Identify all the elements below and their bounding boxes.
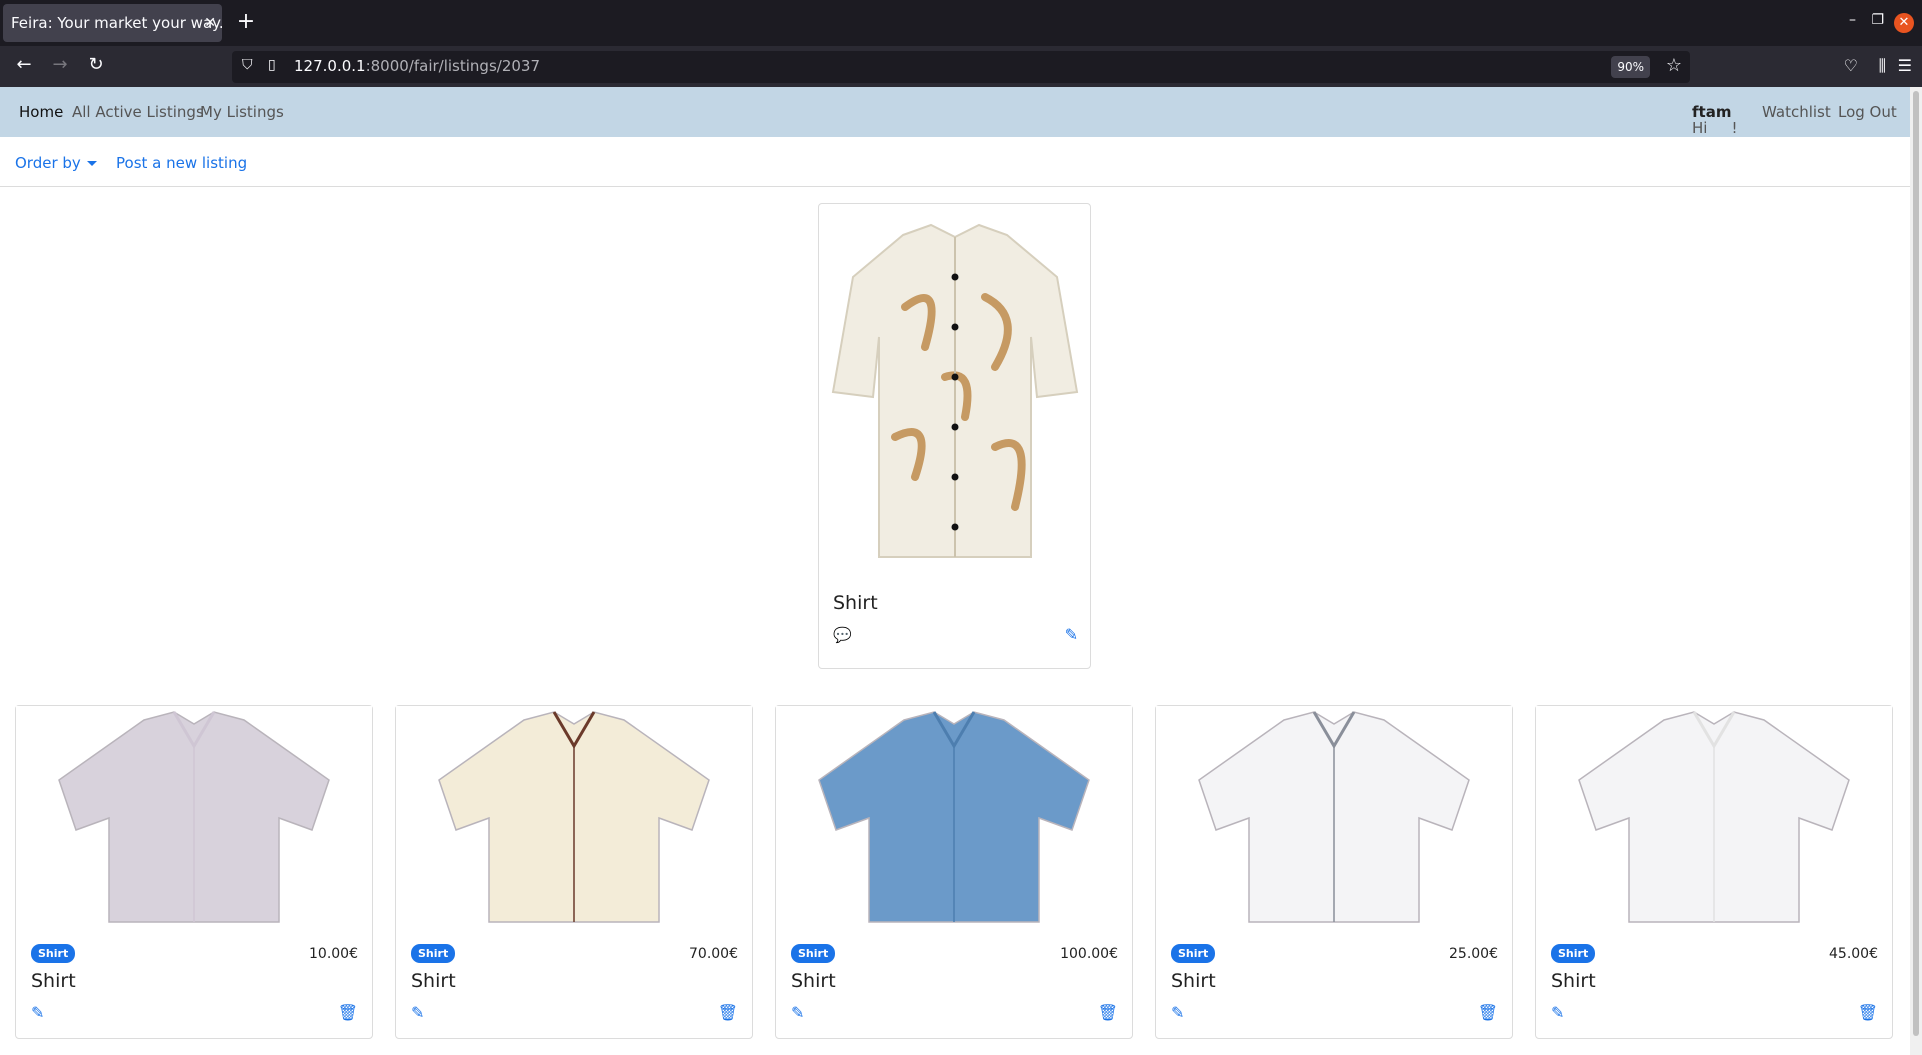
restore-icon[interactable]: ❐ [1871, 12, 1884, 28]
trash-icon[interactable]: 🗑 [718, 1003, 738, 1022]
shirt-image-icon [58, 711, 330, 923]
close-window-icon[interactable]: ✕ [1894, 13, 1914, 33]
reload-icon[interactable]: ↻ [84, 54, 108, 75]
category-badge[interactable]: Shirt [1171, 944, 1216, 963]
nav-watchlist[interactable]: Watchlist [1762, 103, 1831, 121]
edit-icon[interactable]: ✎ [1171, 1003, 1184, 1022]
edit-icon[interactable]: ✎ [1065, 625, 1078, 644]
back-icon[interactable]: ← [12, 54, 36, 75]
featured-listing-card[interactable]: Shirt 💬 ✎ [818, 203, 1091, 669]
featured-listing-title[interactable]: Shirt [833, 592, 878, 614]
listing-image[interactable] [1536, 706, 1892, 934]
shirt-image-icon [438, 711, 710, 923]
listing-title[interactable]: Shirt [31, 970, 76, 992]
shirt-image-icon [1198, 711, 1470, 923]
page-icon[interactable]: ▯ [268, 57, 276, 73]
edit-icon[interactable]: ✎ [1551, 1003, 1564, 1022]
trash-icon[interactable]: 🗑 [1098, 1003, 1118, 1022]
category-badge[interactable]: Shirt [1551, 944, 1596, 963]
listing-title[interactable]: Shirt [1171, 970, 1216, 992]
listing-subnav: Order by Post a new listing [0, 137, 1910, 187]
category-badge[interactable]: Shirt [411, 944, 456, 963]
minimize-icon[interactable]: – [1849, 12, 1856, 28]
edit-icon[interactable]: ✎ [31, 1003, 44, 1022]
browser-tab-bar: Feira: Your market your way. ✕ + – ❐ ✕ [0, 0, 1922, 46]
listing-price: 70.00€ [689, 946, 738, 962]
listing-card[interactable]: Shirt 100.00€ Shirt ✎ 🗑 [775, 705, 1133, 1039]
user-greeting: Hi ftam ! [1692, 103, 1738, 137]
shirt-image-icon [1578, 711, 1850, 923]
order-by-dropdown[interactable]: Order by [15, 154, 97, 172]
trash-icon[interactable]: 🗑 [338, 1003, 358, 1022]
zoom-indicator[interactable]: 90% [1611, 56, 1650, 78]
listing-image[interactable] [1156, 706, 1512, 934]
listing-price: 100.00€ [1060, 946, 1118, 962]
url-text[interactable]: 127.0.0.1:8000/fair/listings/2037 [294, 57, 540, 75]
post-new-listing-link[interactable]: Post a new listing [116, 154, 247, 172]
browser-tab[interactable]: Feira: Your market your way. ✕ [3, 4, 222, 42]
browser-toolbar: ← → ↻ ⛉ ▯ 127.0.0.1:8000/fair/listings/2… [0, 46, 1922, 87]
comment-icon[interactable]: 💬 [833, 626, 852, 644]
forward-icon[interactable]: → [48, 54, 72, 75]
edit-icon[interactable]: ✎ [411, 1003, 424, 1022]
listing-card[interactable]: Shirt 45.00€ Shirt ✎ 🗑 [1535, 705, 1893, 1039]
edit-icon[interactable]: ✎ [791, 1003, 804, 1022]
listing-price: 10.00€ [309, 946, 358, 962]
page-content: Home All Active Listings My Listings Hi … [0, 87, 1910, 1055]
scrollbar-thumb[interactable] [1913, 91, 1919, 1036]
new-tab-icon[interactable]: + [236, 8, 256, 36]
listing-image[interactable] [396, 706, 752, 934]
shield-icon[interactable]: ⛉ [242, 57, 253, 73]
listing-price: 25.00€ [1449, 946, 1498, 962]
trash-icon[interactable]: 🗑 [1478, 1003, 1498, 1022]
listing-card[interactable]: Shirt 10.00€ Shirt ✎ 🗑 [15, 705, 373, 1039]
menu-icon[interactable]: ☰ [1898, 56, 1912, 75]
trash-icon[interactable]: 🗑 [1858, 1003, 1878, 1022]
nav-home[interactable]: Home [19, 103, 63, 121]
featured-listing-image[interactable] [819, 208, 1090, 576]
nav-all-active-listings[interactable]: All Active Listings [72, 103, 204, 121]
tab-close-icon[interactable]: ✕ [204, 4, 216, 42]
listing-title[interactable]: Shirt [411, 970, 456, 992]
listing-price: 45.00€ [1829, 946, 1878, 962]
listing-image[interactable] [776, 706, 1132, 934]
listing-card[interactable]: Shirt 70.00€ Shirt ✎ 🗑 [395, 705, 753, 1039]
shirt-image-icon [831, 223, 1078, 558]
bookmark-star-icon[interactable]: ☆ [1666, 55, 1682, 76]
nav-my-listings[interactable]: My Listings [200, 103, 284, 121]
listing-image[interactable] [16, 706, 372, 934]
shirt-image-icon [818, 711, 1090, 923]
nav-log-out[interactable]: Log Out [1838, 103, 1897, 121]
listing-title[interactable]: Shirt [1551, 970, 1596, 992]
scrollbar[interactable] [1910, 87, 1922, 1055]
listing-card[interactable]: Shirt 25.00€ Shirt ✎ 🗑 [1155, 705, 1513, 1039]
category-badge[interactable]: Shirt [31, 944, 76, 963]
library-icon[interactable]: ⫼ [1879, 56, 1886, 76]
pocket-icon[interactable]: ♡ [1844, 56, 1858, 75]
category-badge[interactable]: Shirt [791, 944, 836, 963]
listing-title[interactable]: Shirt [791, 970, 836, 992]
url-bar[interactable]: ⛉ ▯ 127.0.0.1:8000/fair/listings/2037 90… [232, 51, 1690, 83]
tab-title: Feira: Your market your way. [11, 14, 222, 32]
caret-down-icon [86, 161, 97, 166]
site-navbar: Home All Active Listings My Listings Hi … [0, 87, 1910, 137]
